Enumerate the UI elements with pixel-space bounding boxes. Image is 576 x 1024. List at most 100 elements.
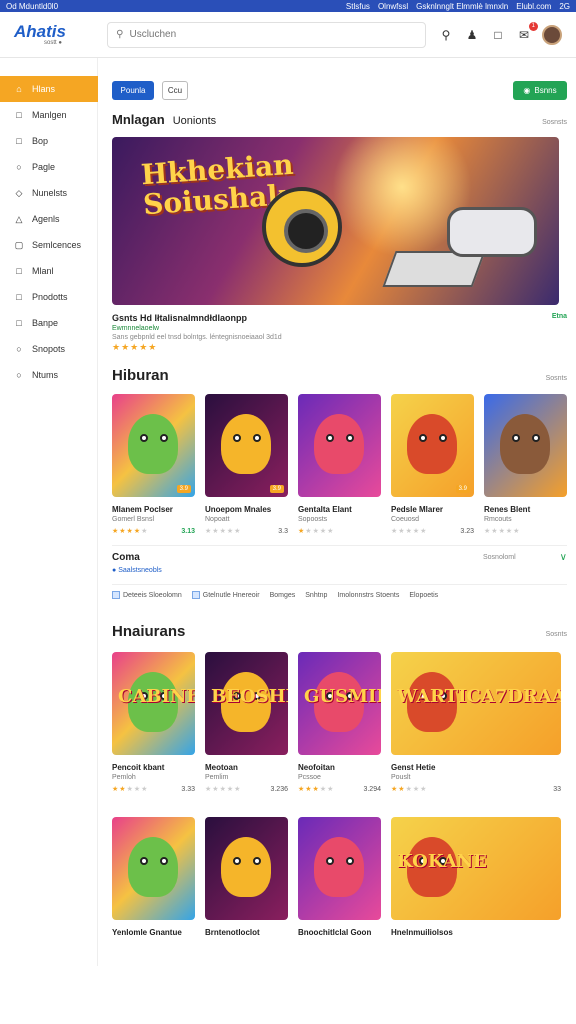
game-thumbnail xyxy=(298,394,381,497)
hero-banner[interactable]: Hkhekian Soiushak xyxy=(112,137,559,305)
rating-stars: ★★★★★ xyxy=(391,786,428,793)
filter-checkbox xyxy=(112,591,120,599)
main-content: Pounla Ccu ◉ Bsnns Mnlagan Uonionts Sosns… xyxy=(98,58,576,1024)
game-card[interactable]: CABINE Pencoit kbant Pemloh ★★★★★ 3.33 xyxy=(112,652,195,793)
sidebar-item-home[interactable]: ⌂ Hlans xyxy=(0,76,98,102)
sidebar-item[interactable]: □ Banpe xyxy=(0,310,97,336)
notification-icon[interactable]: ✉ 1 xyxy=(516,21,538,43)
game-name: Meotoan xyxy=(205,763,238,772)
game-price: 3.33 xyxy=(181,785,195,793)
game-thumbnail xyxy=(484,394,567,497)
game-card[interactable]: GUSMIRS Neofoitan Pcssoe ★★★★★ 3.294 xyxy=(298,652,381,793)
sidebar-item[interactable]: □ Manlgen xyxy=(0,102,97,128)
see-more-link[interactable]: Sosnts xyxy=(546,375,567,382)
user-icon[interactable]: ♟ xyxy=(464,27,480,43)
primary-button[interactable]: Pounla xyxy=(112,80,154,100)
game-thumbnail: 3.9 xyxy=(112,394,195,497)
game-name: Gentalta Elant xyxy=(298,505,352,514)
hero-price: Etna xyxy=(551,313,567,320)
search-input[interactable] xyxy=(129,29,390,40)
game-card[interactable]: Brntenotloclot xyxy=(205,817,288,937)
top-bar: Ahatis sostt ● ⚲ ⚲ ♟ □ ✉1 xyxy=(0,12,576,58)
sidebar-item[interactable]: ◇ Nunelsts xyxy=(0,180,97,206)
notification-badge: 1 xyxy=(528,21,538,31)
hero-rating: ★★★★★ xyxy=(112,342,158,352)
game-sub: Gomerl Bsnsl xyxy=(112,516,155,523)
sidebar-item[interactable]: □ Pnodotts xyxy=(0,284,97,310)
status-item: Gsknlnnglt Elmmlè lmnxln xyxy=(416,1,509,11)
filter-chip[interactable]: Gtelnutle Hnereoir xyxy=(191,591,260,599)
game-card[interactable]: Yenlomle Gnantue xyxy=(112,817,195,937)
game-thumbnail: WARTICA7DRAAS xyxy=(391,652,561,755)
game-card[interactable]: Bnoochitlclal Goon xyxy=(298,817,381,937)
game-sub: Pemloh xyxy=(112,774,136,781)
outline-button[interactable]: Ccu xyxy=(162,80,188,100)
green-button[interactable]: ◉ Bsnns xyxy=(513,80,567,100)
square-icon: □ xyxy=(16,266,22,276)
filter-chip[interactable]: Deteeis Sloeolomn xyxy=(112,591,182,599)
hero-desc: Sans gebpnld eel tnsd bolntgs. léntegnis… xyxy=(112,334,282,341)
sidebar-item[interactable]: △ Agenls xyxy=(0,206,97,232)
game-thumbnail: CABINE xyxy=(112,652,195,755)
app-logo[interactable]: Ahatis sostt ● xyxy=(14,23,95,46)
game-card[interactable]: Renes Blent Rmcouts ★★★★★ xyxy=(484,394,567,535)
search-icon[interactable]: ⚲ xyxy=(438,27,454,43)
chevron-down-icon[interactable]: ∨ xyxy=(560,552,567,563)
rating-stars: ★★★★★ xyxy=(112,528,149,535)
game-price: 3.23 xyxy=(460,527,474,535)
thumbnail-art-text: KOKANE xyxy=(397,851,487,872)
avatar[interactable] xyxy=(542,24,562,45)
game-sub: Pcssoe xyxy=(298,774,321,781)
filter-chip[interactable]: Snhtnp xyxy=(305,591,327,599)
sidebar-item[interactable]: □ Mlanl xyxy=(0,258,97,284)
game-card[interactable]: KOKANE Hnelnmuiliolsos xyxy=(391,817,561,937)
bookmark-icon[interactable]: □ xyxy=(490,27,506,43)
rating-stars: ★★★★★ xyxy=(112,786,149,793)
gamepad-art xyxy=(447,207,537,257)
game-thumbnail xyxy=(298,817,381,920)
game-name: Mlanem Poclser xyxy=(112,505,173,514)
filter-label: Elopoetis xyxy=(409,591,439,599)
game-card[interactable]: 3.9 Unoepom Mnales Nopoatt ★★★★★ 3.3 xyxy=(205,394,288,535)
search-box[interactable]: ⚲ xyxy=(107,21,426,48)
game-name: Pencoit kbant xyxy=(112,763,165,772)
square-icon: □ xyxy=(16,110,22,120)
sidebar-item-label: Agenls xyxy=(32,214,60,224)
section-title: Mnlagan xyxy=(112,112,165,127)
see-more-link[interactable]: Sosnts xyxy=(546,631,567,638)
status-bar: Od Mduntld0l0 Stlsfus Olnwfssl Gsknlnngl… xyxy=(0,0,576,12)
sidebar-item[interactable]: □ Bop xyxy=(0,128,97,154)
game-thumbnail xyxy=(205,817,288,920)
game-card[interactable]: 3.9 Mlanem Poclser Gomerl Bsnsl ★★★★★ 3.13 xyxy=(112,394,195,535)
sidebar-item-label: Ntums xyxy=(32,370,59,380)
game-card[interactable]: 3.9 Pedsle Mlarer Coeuosd ★★★★★ 3.23 xyxy=(391,394,474,535)
sidebar-item[interactable]: ○ Snopots xyxy=(0,336,97,362)
game-sub: Sopoosts xyxy=(298,516,328,523)
game-card[interactable]: BEOSHMIZ Meotoan Pemlim ★★★★★ 3.236 xyxy=(205,652,288,793)
sidebar-item[interactable]: ▢ Semlcences xyxy=(0,232,97,258)
rating-stars: ★★★★★ xyxy=(484,528,521,535)
sidebar-item[interactable]: ○ Ntums xyxy=(0,362,97,388)
rating-stars: ★★★★★ xyxy=(298,528,335,535)
thumbnail-art-text: GUSMIRS xyxy=(304,686,381,707)
filter-chip[interactable]: Imolonnstrs Stoents xyxy=(337,591,399,599)
filter-label: Imolonnstrs Stoents xyxy=(337,591,400,599)
game-sub: Nopoatt xyxy=(205,516,230,523)
game-sub: Coeuosd xyxy=(391,516,420,523)
rating-stars: ★★★★★ xyxy=(205,528,242,535)
game-card[interactable]: Gentalta Elant Sopoosts ★★★★★ xyxy=(298,394,381,535)
sidebar-item[interactable]: ○ Pagle xyxy=(0,154,97,180)
game-thumbnail: 3.9 xyxy=(205,394,288,497)
see-more-link[interactable]: Sosnsts xyxy=(542,119,567,126)
game-name: Unoepom Mnales xyxy=(205,505,272,514)
sidebar-item-label: Nunelsts xyxy=(32,188,68,198)
game-name: Brntenotloclot xyxy=(205,928,260,937)
status-left: Od Mduntld0l0 xyxy=(6,1,59,11)
sidebar-item-label: Hlans xyxy=(32,84,56,94)
game-name: Neofoitan xyxy=(298,763,335,772)
game-card[interactable]: WARTICA7DRAAS Genst Hetie Pouslt ★★★★★ 33 xyxy=(391,652,561,793)
thumbnail-badge: 3.9 xyxy=(269,485,284,493)
filter-chip[interactable]: Bomges xyxy=(270,591,296,599)
game-thumbnail: 3.9 xyxy=(391,394,474,497)
filter-chip[interactable]: Elopoetis xyxy=(409,591,438,599)
